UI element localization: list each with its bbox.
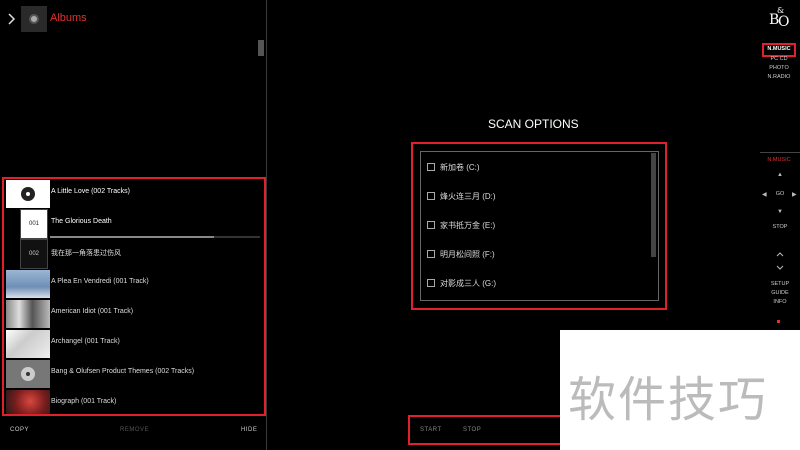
divider	[760, 152, 800, 153]
disc-icon	[21, 367, 35, 381]
track-label: A Plea En Vendredi (001 Track)	[51, 278, 149, 285]
drive-label: 明月松间照 (F:)	[440, 250, 495, 259]
list-item[interactable]: A Plea En Vendredi (001 Track)	[4, 269, 264, 299]
hide-button[interactable]: HIDE	[241, 427, 257, 433]
album-thumbnail	[6, 270, 50, 298]
source-photo[interactable]: PHOTO	[760, 65, 798, 71]
drive-option[interactable]: 新加卷 (C:)	[427, 160, 627, 176]
track-list: A Little Love (002 Tracks) 001 The Glori…	[2, 177, 266, 416]
scan-options-panel: 新加卷 (C:) 烽火连三月 (D:) 家书抵万金 (E:) 明月松间照 (F:…	[411, 142, 667, 310]
album-thumbnail	[6, 180, 50, 208]
track-label: The Glorious Death	[51, 218, 112, 225]
drive-option[interactable]: 明月松间照 (F:)	[427, 247, 627, 263]
chevron-right-icon[interactable]	[7, 12, 17, 26]
list-item[interactable]: 002 我在那一角落患过伤风	[4, 239, 264, 269]
chevron-up-icon[interactable]	[776, 251, 784, 257]
drive-list: 新加卷 (C:) 烽火连三月 (D:) 家书抵万金 (E:) 明月松间照 (F:…	[420, 151, 659, 301]
start-button[interactable]: START	[420, 427, 442, 433]
stop-control-button[interactable]: STOP	[766, 224, 794, 230]
stop-button[interactable]: STOP	[463, 427, 481, 433]
progress-bar[interactable]	[50, 236, 260, 238]
track-label: Bang & Olufsen Product Themes (002 Track…	[51, 368, 195, 375]
track-label: American Idiot (001 Track)	[51, 308, 134, 315]
list-item[interactable]: 001 The Glorious Death	[4, 209, 264, 239]
setup-button[interactable]: SETUP	[766, 281, 794, 287]
album-thumbnail	[6, 300, 50, 328]
source-nradio[interactable]: N.RADIO	[760, 74, 798, 80]
copy-button[interactable]: COPY	[10, 427, 29, 433]
drive-label: 新加卷 (C:)	[440, 163, 480, 172]
track-number: 001	[28, 221, 39, 227]
track-label: Biograph (001 Track)	[51, 398, 117, 405]
drive-checkbox[interactable]	[427, 163, 435, 171]
go-button[interactable]: GO	[770, 191, 790, 197]
remove-button[interactable]: REMOVE	[120, 427, 149, 433]
list-item[interactable]: Bang & Olufsen Product Themes (002 Track…	[4, 359, 264, 389]
track-label: Archangel (001 Track)	[51, 338, 120, 345]
scan-options-title: SCAN OPTIONS	[488, 117, 579, 131]
list-item[interactable]: A Little Love (002 Tracks)	[4, 179, 264, 209]
drive-checkbox[interactable]	[427, 250, 435, 258]
brand-logo: B & O	[769, 6, 790, 30]
drive-label: 家书抵万金 (E:)	[440, 221, 496, 230]
track-number-box: 002	[20, 239, 48, 269]
list-item[interactable]: Archangel (001 Track)	[4, 329, 264, 359]
drive-option[interactable]: 家书抵万金 (E:)	[427, 218, 627, 234]
watermark: 软件技巧	[568, 372, 769, 428]
disc-icon	[21, 187, 35, 201]
chevron-down-icon[interactable]: ▼	[777, 209, 783, 215]
drive-checkbox[interactable]	[427, 221, 435, 229]
chevron-down-icon[interactable]	[776, 265, 784, 271]
album-thumbnail	[21, 6, 47, 32]
list-item[interactable]: American Idiot (001 Track)	[4, 299, 264, 329]
indicator-dot	[777, 320, 780, 323]
list-item[interactable]: Biograph (001 Track)	[4, 389, 264, 414]
chevron-up-icon[interactable]: ▲	[777, 172, 783, 178]
album-thumbnail	[6, 360, 50, 388]
drive-checkbox[interactable]	[427, 192, 435, 200]
drive-label: 对影成三人 (G:)	[440, 279, 496, 288]
album-thumbnail	[6, 330, 50, 358]
panel-divider	[266, 0, 267, 450]
current-mode-label: N.MUSIC	[767, 157, 791, 163]
drive-option[interactable]: 对影成三人 (G:)	[427, 276, 627, 292]
chevron-left-icon[interactable]: ◀	[762, 191, 767, 198]
scrollbar[interactable]	[258, 40, 264, 56]
track-label: 我在那一角落患过伤风	[51, 250, 121, 257]
page-title: Albums	[50, 12, 87, 24]
source-nmusic[interactable]: N.MUSIC	[760, 46, 798, 52]
progress-fill	[50, 236, 214, 238]
drive-label: 烽火连三月 (D:)	[440, 192, 496, 201]
drive-option[interactable]: 烽火连三月 (D:)	[427, 189, 627, 205]
guide-button[interactable]: GUIDE	[766, 290, 794, 296]
disc-icon	[29, 14, 39, 24]
scrollbar[interactable]	[651, 153, 656, 257]
track-number-box: 001	[20, 209, 48, 239]
left-panel: Albums A Little Love (002 Tracks) 001 Th…	[0, 0, 266, 450]
track-label: A Little Love (002 Tracks)	[51, 188, 130, 195]
album-thumbnail	[6, 390, 50, 414]
chevron-right-icon[interactable]: ▶	[792, 191, 797, 198]
drive-checkbox[interactable]	[427, 279, 435, 287]
info-button[interactable]: INFO	[766, 299, 794, 305]
track-number: 002	[28, 251, 39, 257]
source-pccd[interactable]: PC CD	[760, 56, 798, 62]
